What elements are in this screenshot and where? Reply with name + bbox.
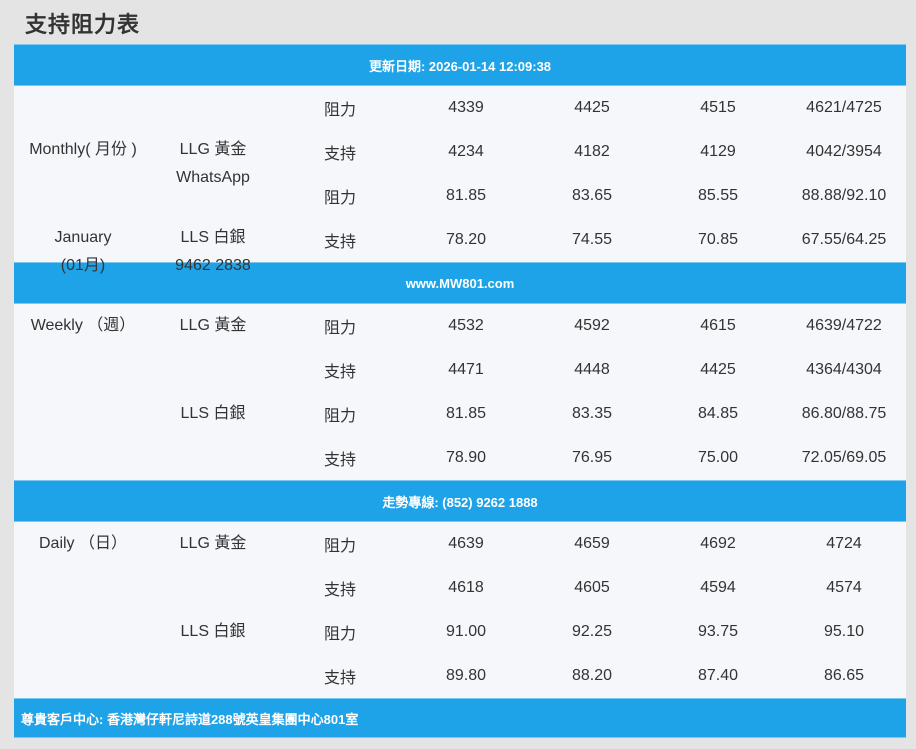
level-3: 70.85 [697, 231, 739, 248]
level-1: 4532 [448, 317, 484, 334]
level-1: 81.85 [445, 405, 487, 422]
level-2: 4605 [574, 579, 610, 596]
address-band: 尊貴客戶中心: 香港灣仔軒尼詩道288號英皇集團中心801室 [14, 698, 906, 738]
level-2: 4425 [574, 99, 610, 116]
level-3: 4615 [700, 317, 736, 334]
row-type: 支持 [323, 146, 356, 163]
row-type: 阻力 [323, 102, 356, 119]
level-4: 4621/4725 [806, 99, 882, 116]
level-1: 91.00 [445, 623, 487, 640]
row-type: 支持 [323, 670, 356, 687]
level-4: 4042/3954 [806, 143, 882, 160]
level-4: 4364/4304 [806, 361, 882, 378]
level-3: 93.75 [697, 623, 739, 640]
level-2: 76.95 [571, 449, 613, 466]
row-type: 阻力 [323, 538, 356, 555]
table-row: 阻力 4532 4592 4615 4639/4722 [14, 304, 906, 348]
update-date-band: 更新日期: 2026-01-14 12:09:38 [14, 44, 906, 86]
level-4: 67.55/64.25 [801, 231, 887, 248]
level-4: 88.88/92.10 [801, 187, 887, 204]
table-row: 支持 4471 4448 4425 4364/4304 [14, 348, 906, 392]
table-row: 阻力 4339 4425 4515 4621/4725 [14, 86, 906, 130]
level-2: 88.20 [571, 667, 613, 684]
level-1: 4639 [448, 535, 484, 552]
level-4: 4639/4722 [806, 317, 882, 334]
level-4: 4724 [826, 535, 862, 552]
level-4: 86.80/88.75 [801, 405, 887, 422]
daily-section: Daily （日） LLG 黃金 LLS 白銀 阻力 4639 4659 469… [14, 522, 906, 698]
row-type: 支持 [323, 452, 356, 469]
table-row: 支持 89.80 88.20 87.40 86.65 [14, 654, 906, 698]
row-type: 阻力 [323, 320, 356, 337]
row-type: 支持 [323, 582, 356, 599]
row-type: 阻力 [323, 626, 356, 643]
level-1: 89.80 [445, 667, 487, 684]
level-2: 83.65 [571, 187, 613, 204]
table-row: 支持 78.90 76.95 75.00 72.05/69.05 [14, 436, 906, 480]
table-row: 支持 4234 4182 4129 4042/3954 [14, 130, 906, 174]
table-row: 阻力 4639 4659 4692 4724 [14, 522, 906, 566]
level-2: 83.35 [571, 405, 613, 422]
table-row: 阻力 81.85 83.65 85.55 88.88/92.10 [14, 174, 906, 218]
row-type: 阻力 [323, 190, 356, 207]
level-2: 4592 [574, 317, 610, 334]
level-1: 78.20 [445, 231, 487, 248]
level-2: 74.55 [571, 231, 613, 248]
level-1: 4234 [448, 143, 484, 160]
table-row: 阻力 91.00 92.25 93.75 95.10 [14, 610, 906, 654]
monthly-section: Monthly( 月份 ) January (01月) LLG 黃金 Whats… [14, 86, 906, 274]
level-1: 4339 [448, 99, 484, 116]
row-type: 支持 [323, 234, 356, 251]
level-3: 85.55 [697, 187, 739, 204]
weekly-section: Weekly （週） LLG 黃金 LLS 白銀 阻力 4532 4592 46… [14, 304, 906, 480]
level-3: 75.00 [697, 449, 739, 466]
level-4: 72.05/69.05 [801, 449, 887, 466]
page-title: 支持阻力表 [25, 13, 141, 38]
level-1: 4618 [448, 579, 484, 596]
level-3: 4129 [700, 143, 736, 160]
level-3: 4425 [700, 361, 736, 378]
table-row: 支持 78.20 74.55 70.85 67.55/64.25 [14, 218, 906, 262]
level-4: 4574 [826, 579, 862, 596]
level-1: 4471 [448, 361, 484, 378]
level-1: 78.90 [445, 449, 487, 466]
level-4: 86.65 [823, 667, 865, 684]
level-3: 4515 [700, 99, 736, 116]
level-2: 4659 [574, 535, 610, 552]
level-4: 95.10 [823, 623, 865, 640]
hotline-band: 走勢專線: (852) 9262 1888 [14, 480, 906, 522]
level-2: 4182 [574, 143, 610, 160]
row-type: 阻力 [323, 408, 356, 425]
level-2: 4448 [574, 361, 610, 378]
level-3: 84.85 [697, 405, 739, 422]
level-1: 81.85 [445, 187, 487, 204]
level-3: 87.40 [697, 667, 739, 684]
support-resistance-table: 更新日期: 2026-01-14 12:09:38 Monthly( 月份 ) … [14, 44, 906, 738]
level-3: 4594 [700, 579, 736, 596]
level-3: 4692 [700, 535, 736, 552]
row-type: 支持 [323, 364, 356, 381]
table-row: 支持 4618 4605 4594 4574 [14, 566, 906, 610]
table-row: 阻力 81.85 83.35 84.85 86.80/88.75 [14, 392, 906, 436]
level-2: 92.25 [571, 623, 613, 640]
